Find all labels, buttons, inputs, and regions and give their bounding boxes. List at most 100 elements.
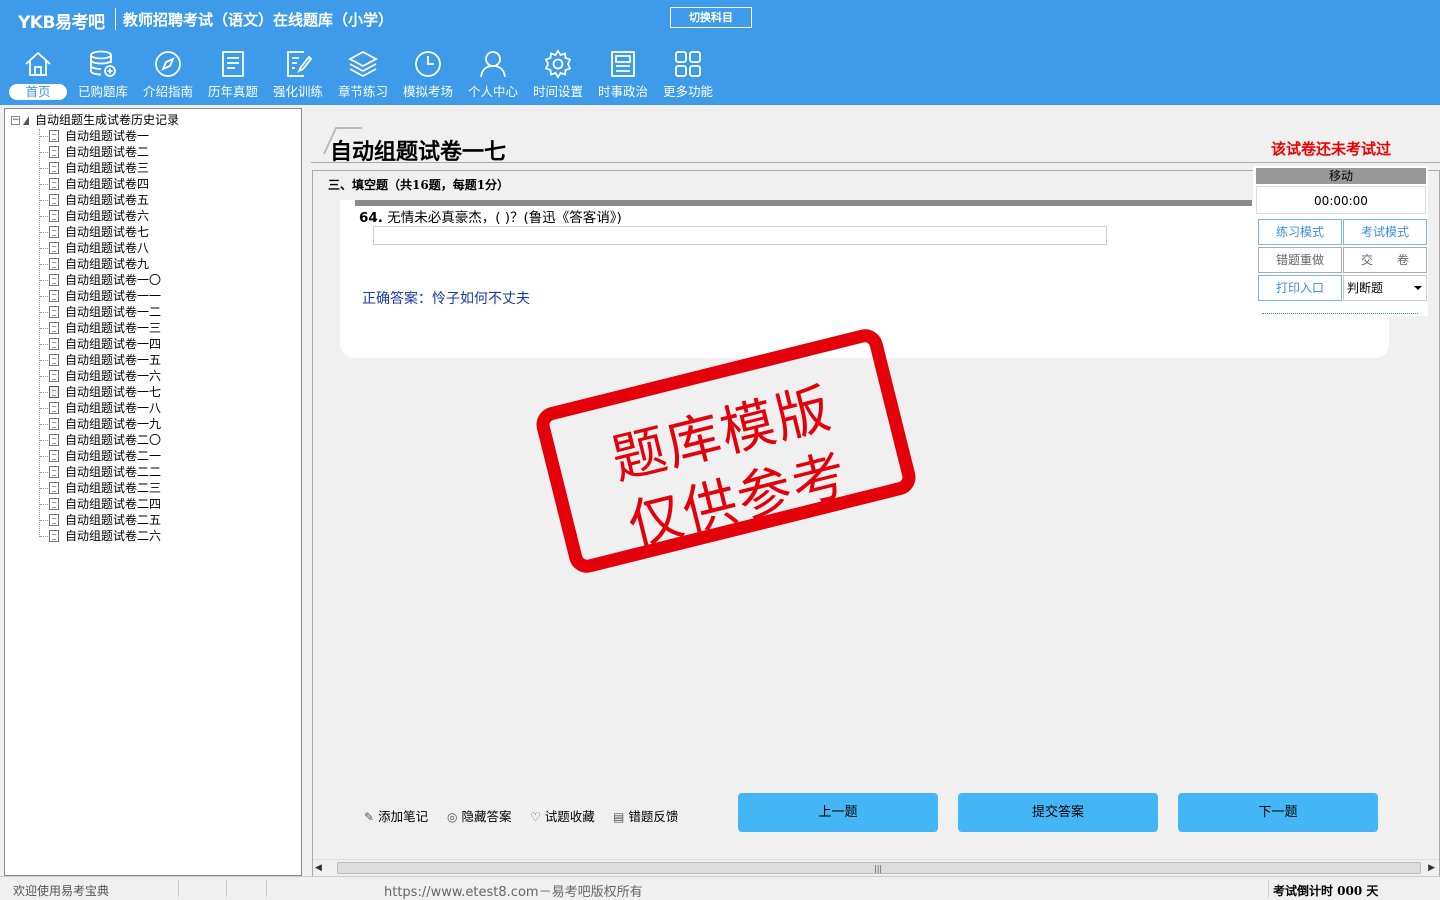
nav-politics[interactable]: 时事政治 [592,48,654,104]
tree-root[interactable]: − 自动组题生成试卷历史记录 [11,112,179,128]
next-question-button[interactable]: 下一题 [1178,793,1378,832]
document-list-icon [222,51,244,77]
eye-off-icon: ◎ [447,810,458,824]
tree-item[interactable]: 自动组题试卷九 [35,256,161,272]
clock-icon [415,51,441,77]
document-icon [49,226,59,238]
exam-mode-button[interactable]: 考试模式 [1343,219,1427,245]
tree-item[interactable]: 自动组题试卷七 [35,224,161,240]
nav-more[interactable]: 更多功能 [657,48,719,104]
nav-home[interactable]: 首页 [7,48,69,104]
print-button[interactable]: 打印入口 [1258,275,1342,301]
tree-item-label: 自动组题试卷二六 [65,529,162,543]
gear-icon [544,49,572,79]
submit-answer-button[interactable]: 提交答案 [958,793,1158,832]
nav-time-settings[interactable]: 时间设置 [527,48,589,104]
nav-personal[interactable]: 个人中心 [462,48,524,104]
tree-item-label: 自动组题试卷二二 [65,465,162,479]
horizontal-scrollbar[interactable]: ◀ ||| ▶ [313,859,1439,876]
tree-item[interactable]: 自动组题试卷二一 [35,448,161,464]
favorite-link[interactable]: ♡ 试题收藏 [530,806,595,825]
tree-item[interactable]: 自动组题试卷一五 [35,352,161,368]
submit-paper-button[interactable]: 交 卷 [1343,247,1427,273]
grid-icon [675,51,701,77]
tree-root-label: 自动组题生成试卷历史记录 [35,113,180,127]
document-icon [49,514,59,526]
switch-subject-button[interactable]: 切换科目 [670,7,752,28]
document-icon [49,258,59,270]
collapse-icon[interactable]: − [11,116,20,125]
tree-item[interactable]: 自动组题试卷一二 [35,304,161,320]
scroll-left-icon[interactable]: ◀ [315,863,322,873]
report-icon: ▤ [613,810,625,824]
tree-item-current[interactable]: 自动组题试卷一七 [35,384,161,400]
tree-item[interactable]: 自动组题试卷一〇 [35,272,161,288]
status-url: https://www.etest8.com－易考吧版权所有 [384,885,643,900]
nav-mock[interactable]: 模拟考场 [397,48,459,104]
nav-purchased[interactable]: 已购题库 [72,48,134,104]
tree-item-label: 自动组题试卷一 [65,129,150,143]
tree-item[interactable]: 自动组题试卷一一 [35,288,161,304]
tree-item-label: 自动组题试卷一四 [65,337,162,351]
tree-item[interactable]: 自动组题试卷三 [35,160,161,176]
tree-item[interactable]: 自动组题试卷二二 [35,464,161,480]
document-icon [49,178,59,190]
nav-intensive[interactable]: 强化训练 [267,48,329,104]
tree-item[interactable]: 自动组题试卷四 [35,176,161,192]
redo-wrong-button[interactable]: 错题重做 [1258,247,1342,273]
tree-item[interactable]: 自动组题试卷一六 [35,368,161,384]
tree-item-label: 自动组题试卷一二 [65,305,162,319]
answer-input[interactable] [373,226,1107,245]
tree-item[interactable]: 自动组题试卷一 [35,128,161,144]
tree-item[interactable]: 自动组题试卷二〇 [35,432,161,448]
tree-item-label: 自动组题试卷一七 [65,385,162,399]
tree-item[interactable]: 自动组题试卷八 [35,240,161,256]
nav-home-label: 首页 [9,84,67,100]
exam-countdown: 考试倒计时 000 天 [1273,884,1379,898]
section-title: 三、填空题（共16题，每题1分） [328,178,510,192]
nav-guide-label: 介绍指南 [142,84,193,99]
tree-item[interactable]: 自动组题试卷二三 [35,480,161,496]
feedback-link[interactable]: ▤ 错题反馈 [613,806,678,825]
nav-guide[interactable]: 介绍指南 [137,48,199,104]
tree-item-label: 自动组题试卷三 [65,161,150,175]
tree-item[interactable]: 自动组题试卷二 [35,144,161,160]
document-icon [49,338,59,350]
tree-item[interactable]: 自动组题试卷一九 [35,416,161,432]
document-open-icon [49,386,59,398]
document-icon [49,274,59,286]
scroll-right-icon[interactable]: ▶ [1428,863,1435,873]
question-type-value: 判断题 [1347,281,1384,295]
nav-past-exams[interactable]: 历年真题 [202,48,264,104]
scroll-thumb[interactable]: ||| [337,862,1421,874]
tree-item[interactable]: 自动组题试卷二四 [35,496,161,512]
question-type-select[interactable]: 判断题 [1343,275,1427,301]
hide-answer-link[interactable]: ◎ 隐藏答案 [447,806,512,825]
panel-resize-line [1262,313,1418,314]
status-welcome: 欢迎使用易考宝典 [13,884,110,898]
tree-item[interactable]: 自动组题试卷一八 [35,400,161,416]
heart-icon: ♡ [530,810,541,824]
document-icon [49,482,59,494]
tree-item[interactable]: 自动组题试卷一三 [35,320,161,336]
add-note-label: 添加笔记 [378,809,429,824]
edit-doc-icon [287,51,313,77]
practice-mode-button[interactable]: 练习模式 [1258,219,1342,245]
document-icon [49,530,59,542]
tree-item[interactable]: 自动组题试卷六 [35,208,161,224]
document-icon [49,498,59,510]
tree-item[interactable]: 自动组题试卷五 [35,192,161,208]
tree-item-label: 自动组题试卷一八 [65,401,162,415]
paper-history-tree[interactable]: − 自动组题生成试卷历史记录 自动组题试卷一 自动组题试卷二 自动组题试卷三 自动… [4,108,302,876]
nav-chapter[interactable]: 章节练习 [332,48,394,104]
tree-item[interactable]: 自动组题试卷二六 [35,528,161,544]
question-stem: 无情未必真豪杰，( )？(鲁迅《答客诮》) [387,210,622,226]
correct-answer-label: 正确答案： [362,291,432,307]
status-bar: 欢迎使用易考宝典 https://www.etest8.com－易考吧版权所有 … [0,876,1440,900]
prev-question-button[interactable]: 上一题 [738,793,938,832]
panel-move-handle[interactable]: 移动 [1256,168,1426,184]
tree-item-label: 自动组题试卷一九 [65,417,162,431]
add-note-link[interactable]: ✎ 添加笔记 [364,806,428,825]
tree-item[interactable]: 自动组题试卷二五 [35,512,161,528]
tree-item[interactable]: 自动组题试卷一四 [35,336,161,352]
